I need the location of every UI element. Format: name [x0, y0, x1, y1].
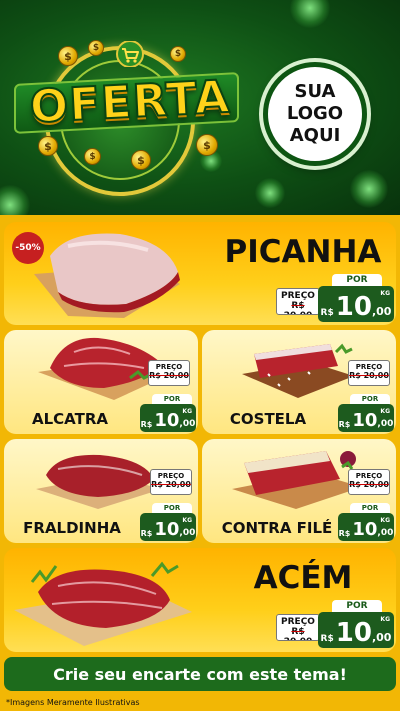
old-price-box: PREÇO R$ 20,00 [148, 360, 190, 386]
product-name: COSTELA [229, 410, 307, 428]
new-price-box: R$ 10 ,00 KG [338, 404, 394, 432]
old-price-box: PREÇO R$ 20,00 [276, 614, 320, 641]
product-card-acem[interactable]: ACÉM PREÇO R$ 20,00 POR R$ 10 ,00 KG [4, 548, 396, 652]
coin-icon: $ [38, 136, 58, 156]
header-banner: OFERTA $ $ $ $ $ $ $ SUA LOGO AQUI [0, 0, 400, 215]
product-name: ACÉM [253, 560, 353, 596]
flyer: OFERTA $ $ $ $ $ $ $ SUA LOGO AQUI -50% … [0, 0, 400, 711]
new-price-box: R$ 10 ,00 KG [318, 612, 394, 648]
product-name: CONTRA FILÉ [221, 519, 333, 537]
shopping-cart-icon [116, 41, 144, 67]
product-name: FRALDINHA [23, 519, 121, 537]
old-price-box: PREÇO R$ 20,00 [276, 288, 320, 315]
new-price-box: R$ 10 ,00 KG [140, 513, 196, 541]
new-price-box: R$ 10 ,00 KG [140, 404, 196, 432]
picanha-image [34, 233, 180, 318]
logo-line: LOGO [286, 103, 344, 124]
coin-icon: $ [88, 40, 104, 56]
product-card-costela[interactable]: COSTELA PREÇO R$ 20,00 POR R$ 10 ,00 KG [202, 330, 396, 434]
coin-icon: $ [131, 150, 151, 170]
cta-banner[interactable]: Crie seu encarte com este tema! [4, 657, 396, 691]
fraldinha-image [36, 454, 162, 509]
coin-icon: $ [58, 46, 78, 66]
product-card-alcatra[interactable]: ALCATRA PREÇO R$ 20,00 POR R$ 10 ,00 KG [4, 330, 198, 434]
product-card-picanha[interactable]: -50% PICANHA PREÇO R$ 20,00 POR R$ 10 ,0… [4, 222, 396, 325]
coin-icon: $ [196, 134, 218, 156]
oferta-title: OFERTA [28, 69, 233, 134]
product-name: PICANHA [224, 234, 382, 270]
old-price-box: PREÇO R$ 20,00 [348, 469, 390, 495]
logo-placeholder[interactable]: SUA LOGO AQUI [263, 62, 367, 166]
disclaimer-note: *Imagens Meramente Ilustrativas [0, 693, 400, 711]
coin-icon: $ [84, 148, 101, 165]
old-price-box: PREÇO R$ 20,00 [348, 360, 390, 386]
contra-file-image [232, 451, 362, 509]
old-price-box: PREÇO R$ 20,00 [150, 469, 192, 495]
product-card-fraldinha[interactable]: FRALDINHA PREÇO R$ 20,00 POR R$ 10 ,00 K… [4, 439, 198, 543]
product-name: ALCATRA [31, 410, 108, 428]
logo-line: SUA [294, 81, 336, 102]
acem-image [14, 561, 192, 646]
product-card-contra-file[interactable]: CONTRA FILÉ PREÇO R$ 20,00 POR R$ 10 ,00… [202, 439, 396, 543]
coin-icon: $ [170, 46, 186, 62]
costela-image [242, 343, 354, 398]
new-price-box: R$ 10 ,00 KG [318, 286, 394, 322]
new-price-box: R$ 10 ,00 KG [338, 513, 394, 541]
logo-line: AQUI [289, 125, 341, 146]
